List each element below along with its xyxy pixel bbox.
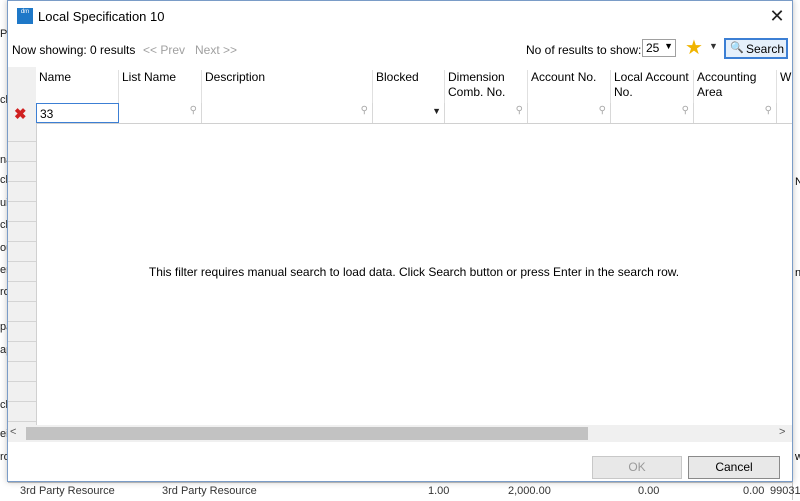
- column-header-account-no[interactable]: Account No.: [528, 70, 611, 103]
- local-specification-dialog: dm Local Specification 10 ✕ Now showing:…: [7, 0, 793, 482]
- app-icon-text: dm: [20, 9, 30, 15]
- column-header-accounting-area[interactable]: Accounting Area: [694, 70, 777, 103]
- background-bottom-row: 3rd Party Resource 3rd Party Resource 1.…: [8, 482, 800, 501]
- close-icon[interactable]: ✕: [766, 6, 788, 28]
- results-grid: Name List Name Description Blocked Dimen…: [8, 67, 792, 427]
- column-header-name[interactable]: Name: [36, 70, 119, 103]
- search-icon: ⚲: [360, 105, 368, 116]
- row-header: [8, 303, 36, 322]
- background-text: 0.00: [638, 485, 660, 497]
- blocked-filter-select[interactable]: ▼: [373, 103, 445, 123]
- scrollbar-thumb[interactable]: [26, 427, 588, 440]
- search-icon: 🔍: [730, 42, 744, 54]
- row-header: [8, 163, 36, 182]
- background-text: na: [795, 267, 800, 279]
- column-header-list-name[interactable]: List Name: [119, 70, 202, 103]
- row-header: [8, 203, 36, 222]
- search-icon: ⚲: [681, 105, 689, 116]
- column-header-local-account-no[interactable]: Local Account No.: [611, 70, 694, 103]
- background-text: 3rd Party Resource: [162, 485, 257, 497]
- clear-filter-icon[interactable]: ✖: [14, 105, 27, 123]
- app-icon: dm: [17, 8, 33, 24]
- results-per-page-label: No of results to show:: [526, 43, 642, 57]
- column-headers: Name List Name Description Blocked Dimen…: [36, 67, 792, 104]
- chevron-down-icon: ▼: [664, 41, 673, 51]
- dimension-comb-no-filter-input[interactable]: ⚲: [445, 103, 528, 123]
- search-icon: ⚲: [189, 105, 197, 116]
- row-header: [8, 123, 36, 142]
- description-filter-input[interactable]: ⚲: [202, 103, 373, 123]
- manual-search-message: This filter requires manual search to lo…: [148, 265, 680, 279]
- prev-link[interactable]: << Prev: [143, 43, 185, 57]
- list-name-filter-input[interactable]: ⚲: [119, 103, 202, 123]
- background-right-strip: N na wa: [792, 0, 800, 500]
- row-header: [8, 283, 36, 302]
- scroll-right-icon[interactable]: >: [779, 426, 785, 438]
- wh-filter-input[interactable]: [777, 103, 792, 123]
- row-header: [8, 403, 36, 422]
- scroll-left-icon[interactable]: <: [10, 426, 16, 438]
- background-text: 3rd Party Resource: [20, 485, 115, 497]
- background-text: 99031: [770, 485, 800, 497]
- row-header: [8, 343, 36, 362]
- row-header: [8, 223, 36, 242]
- cancel-button[interactable]: Cancel: [688, 456, 780, 479]
- row-header: [8, 263, 36, 282]
- row-header: [8, 183, 36, 202]
- column-header-blocked[interactable]: Blocked: [373, 70, 445, 103]
- search-button-label: Search: [746, 42, 785, 56]
- row-header: [8, 383, 36, 402]
- background-text: N: [795, 176, 800, 188]
- background-text: 1.00: [428, 485, 450, 497]
- row-header: [8, 143, 36, 162]
- local-account-no-filter-input[interactable]: ⚲: [611, 103, 694, 123]
- filter-row: 33 ⚲ ⚲ ▼ ⚲ ⚲ ⚲ ⚲: [36, 103, 792, 124]
- row-header: [8, 323, 36, 342]
- column-header-dimension-comb-no[interactable]: Dimension Comb. No.: [445, 70, 528, 103]
- background-text: 2,000.00: [508, 485, 551, 497]
- dialog-title: Local Specification 10: [38, 9, 165, 24]
- favorites-button[interactable]: ★ ▼: [685, 37, 719, 59]
- accounting-area-filter-input[interactable]: ⚲: [694, 103, 777, 123]
- search-button[interactable]: 🔍 Search: [724, 38, 788, 59]
- name-filter-value: 33: [40, 107, 54, 121]
- search-icon: ⚲: [764, 105, 772, 116]
- results-toolbar: Now showing: 0 results << Prev Next >> N…: [8, 35, 792, 65]
- star-icon: ★: [685, 37, 703, 59]
- row-header: [8, 243, 36, 262]
- column-header-wh[interactable]: Wh: [777, 70, 792, 103]
- row-header: [8, 363, 36, 382]
- results-per-page-value: 25: [646, 41, 660, 55]
- search-icon: ⚲: [515, 105, 523, 116]
- name-filter-input[interactable]: 33: [36, 103, 119, 123]
- ok-button[interactable]: OK: [592, 456, 682, 479]
- horizontal-scrollbar[interactable]: < >: [8, 425, 792, 442]
- next-link[interactable]: Next >>: [195, 43, 237, 57]
- title-bar: dm Local Specification 10 ✕: [8, 1, 792, 33]
- chevron-down-icon: ▼: [432, 106, 441, 116]
- chevron-down-icon: ▼: [709, 41, 718, 51]
- account-no-filter-input[interactable]: ⚲: [528, 103, 611, 123]
- background-text: wa: [795, 451, 800, 463]
- results-count: Now showing: 0 results: [12, 43, 136, 57]
- results-per-page-select[interactable]: 25 ▼: [642, 39, 676, 57]
- search-icon: ⚲: [598, 105, 606, 116]
- column-header-description[interactable]: Description: [202, 70, 373, 103]
- background-text: 0.00: [743, 485, 765, 497]
